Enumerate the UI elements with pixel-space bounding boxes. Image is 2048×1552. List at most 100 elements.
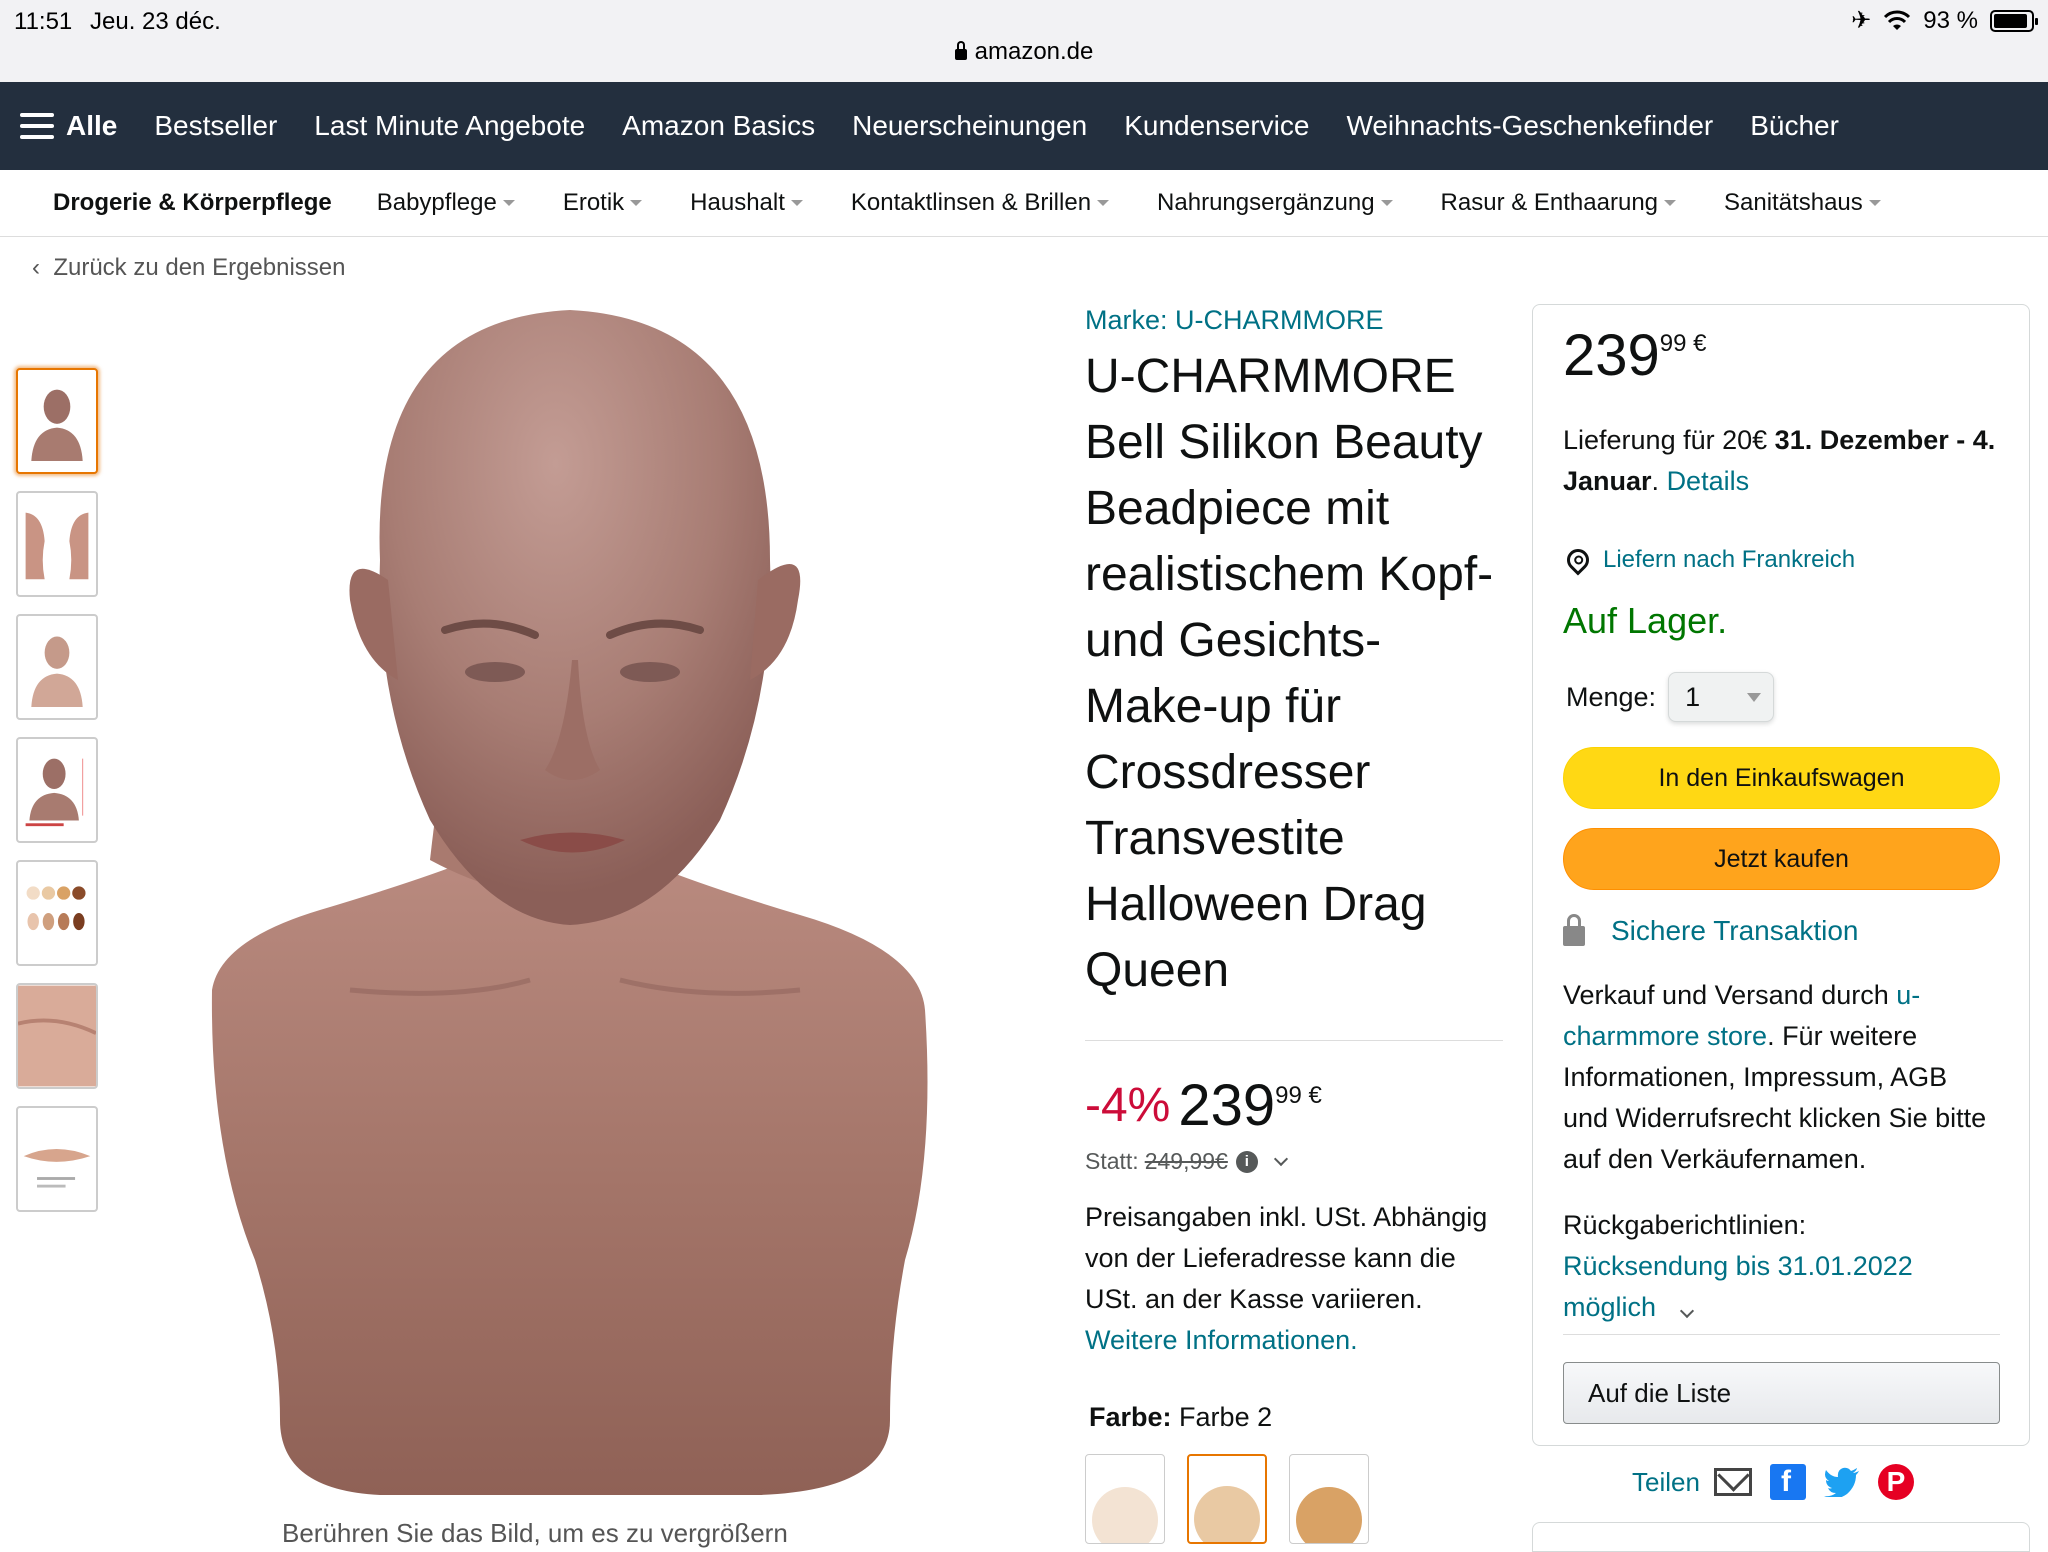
buybox-currency: € [1693,330,1707,357]
return-policy-label: Rückgaberichtlinien: [1563,1210,1807,1240]
location-pin-icon [1562,544,1594,576]
subnav-item-babypflege[interactable]: Babypflege [377,189,515,217]
return-policy: Rückgaberichtlinien: Rücksendung bis 31.… [1563,1205,1983,1328]
product-title: U-CHARMMORE Bell Silikon Beauty Beadpiec… [1085,350,1494,997]
url-bar[interactable]: amazon.de [0,38,2048,66]
lock-icon [1563,914,1585,946]
swatch-color [1296,1487,1362,1543]
color-swatch-2[interactable] [1187,1454,1267,1544]
subnav-label: Haushalt [690,189,785,216]
nav-item-buecher[interactable]: Bücher [1750,110,1839,142]
nav-item-neuerscheinungen[interactable]: Neuerscheinungen [852,110,1087,142]
list-price-label: Statt: [1085,1148,1139,1174]
caret-down-icon [502,200,515,206]
buy-now-button[interactable]: Jetzt kaufen [1563,828,2000,890]
nav-item-kundenservice[interactable]: Kundenservice [1124,110,1309,142]
secure-transaction[interactable]: Sichere Transaktion [1563,914,1859,947]
list-price-value: 249,99€ [1144,1148,1228,1174]
product-main-image[interactable] [200,300,940,1510]
nav-item-last-minute[interactable]: Last Minute Angebote [314,110,585,142]
subnav-item-kontaktlinsen[interactable]: Kontaktlinsen & Brillen [851,189,1110,217]
divider [1085,1040,1503,1041]
thumbnail-2[interactable] [16,491,98,597]
caret-down-icon [1380,200,1393,206]
secondary-box [1532,1522,2030,1552]
subnav-item-nahrungsergaenzung[interactable]: Nahrungsergänzung [1157,189,1393,217]
color-swatch-3[interactable] [1289,1454,1369,1544]
thumbnail-7[interactable] [16,1106,98,1212]
airplane-icon: ✈ [1851,7,1872,34]
category-nav: Drogerie & Körperpflege Babypflege Eroti… [0,170,2048,237]
back-to-results-link[interactable]: ‹ Zurück zu den Ergebnissen [32,254,346,282]
caret-down-icon [630,200,643,206]
stock-status: Auf Lager. [1563,600,1728,641]
brand-link[interactable]: Marke: U-CHARMMORE [1085,305,1505,336]
subnav-item-erotik[interactable]: Erotik [563,189,643,217]
color-swatch-1[interactable] [1085,1454,1165,1544]
chevron-down-icon[interactable] [1679,1303,1694,1319]
tax-more-info-link[interactable]: Weitere Informationen. [1085,1325,1358,1355]
chevron-down-icon[interactable] [1273,1151,1288,1166]
color-swatches [1085,1454,1369,1544]
quantity-row: Menge: 1 [1566,672,1775,722]
facebook-icon[interactable]: f [1769,1464,1806,1500]
buybox-fraction-value: 99 [1659,330,1687,357]
product-info: Marke: U-CHARMMORE U-CHARMMORE Bell Sili… [1085,305,1505,1004]
secure-transaction-label: Sichere Transaktion [1611,915,1859,946]
url-text: amazon.de [974,38,1094,65]
caret-down-icon [790,200,803,206]
hamburger-icon [20,113,54,139]
back-link-label: Zurück zu den Ergebnissen [53,254,346,281]
twitter-icon[interactable] [1823,1464,1860,1500]
dropdown-arrow-icon [1747,693,1762,702]
color-selector-label: Farbe: Farbe 2 [1089,1402,1272,1433]
list-price: Statt: 249,99€ i [1085,1148,1288,1175]
category-title[interactable]: Drogerie & Körperpflege [53,189,332,217]
caret-down-icon [1664,200,1677,206]
nav-item-geschenkefinder[interactable]: Weihnachts-Geschenkefinder [1346,110,1713,142]
thumbnail-5[interactable] [16,860,98,966]
delivery-prefix: Lieferung für 20€ [1563,425,1768,455]
nav-all-label: Alle [66,110,118,141]
battery-icon [1990,9,2038,32]
tax-info: Preisangaben inkl. USt. Abhängig von der… [1085,1197,1515,1361]
thumbnail-6[interactable] [16,983,98,1089]
status-time: 11:51 [14,8,73,35]
thumbnail-3[interactable] [16,614,98,720]
email-icon[interactable] [1713,1468,1752,1496]
price-block: -4% 239 99 € [1085,1072,1322,1139]
price-fraction-value: 99 [1275,1082,1302,1109]
buybox-price-fraction: 99 € [1660,330,1707,357]
wifi-icon [1884,10,1911,30]
lock-icon [954,41,967,60]
swatch-color [1092,1487,1158,1543]
subnav-label: Babypflege [376,189,497,216]
nav-item-bestseller[interactable]: Bestseller [154,110,277,142]
thumbnail-1[interactable] [16,368,98,474]
subnav-item-rasur[interactable]: Rasur & Enthaarung [1440,189,1677,217]
seller-info: Verkauf und Versand durch u-charmmore st… [1563,975,1993,1180]
nav-all-button[interactable]: Alle [20,110,117,142]
info-icon[interactable]: i [1235,1150,1258,1173]
thumbnail-4[interactable] [16,737,98,843]
add-to-list-button[interactable]: Auf die Liste [1563,1362,2000,1424]
quantity-select[interactable]: 1 [1668,672,1775,722]
pinterest-icon[interactable]: P [1877,1464,1914,1500]
discount-badge: -4% [1085,1079,1171,1132]
subnav-label: Rasur & Enthaarung [1440,189,1659,216]
price-currency: € [1308,1082,1322,1109]
seller-prefix: Verkauf und Versand durch [1563,980,1889,1010]
status-date: Jeu. 23 déc. [90,8,221,35]
subnav-item-haushalt[interactable]: Haushalt [690,189,803,217]
quantity-value: 1 [1685,681,1701,712]
nav-item-amazon-basics[interactable]: Amazon Basics [622,110,815,142]
buybox-price-whole: 239 [1563,323,1660,388]
add-to-cart-button[interactable]: In den Einkaufswagen [1563,747,2000,809]
subnav-item-sanitaetshaus[interactable]: Sanitätshaus [1724,189,1881,217]
return-policy-link[interactable]: Rücksendung bis 31.01.2022 möglich [1563,1251,1913,1322]
status-indicators: ✈ 93 % [1851,6,2038,35]
deliver-to-location[interactable]: Liefern nach Frankreich [1562,544,1855,576]
delivery-details-link[interactable]: Details [1667,466,1750,496]
price-fraction: 99 € [1275,1082,1322,1110]
subnav-label: Nahrungsergänzung [1157,189,1375,216]
